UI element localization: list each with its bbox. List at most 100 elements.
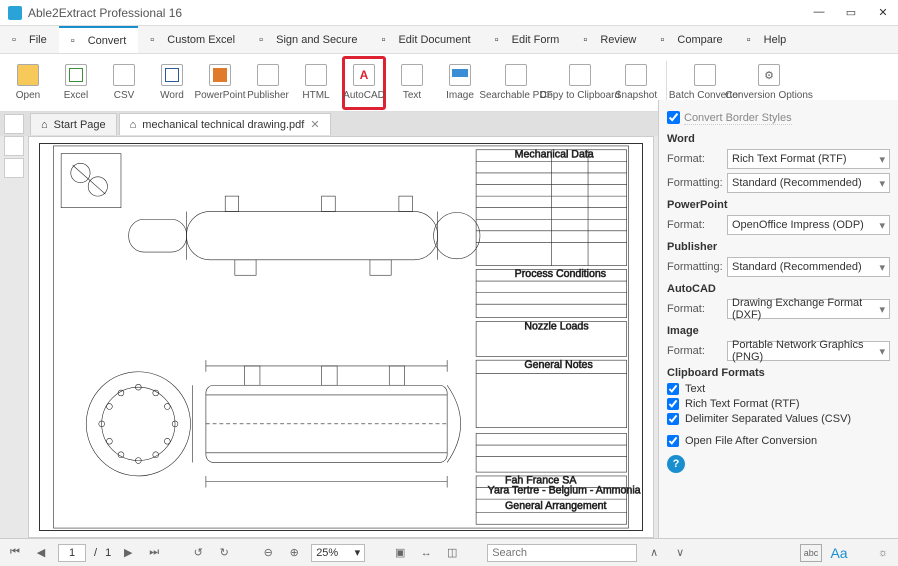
menu-help[interactable]: ▫Help xyxy=(735,26,799,53)
ribbon-snapshot-button[interactable]: Snapshot xyxy=(614,56,658,110)
folder-icon xyxy=(17,64,39,86)
rotate-left-button[interactable]: ↺ xyxy=(189,544,207,562)
menu-edit-form[interactable]: ▫Edit Form xyxy=(483,26,572,53)
titlebar: Able2Extract Professional 16 — ▭ ✕ xyxy=(0,0,898,26)
search-next-button[interactable]: ∨ xyxy=(671,544,689,562)
menu-icon: ▫ xyxy=(12,34,24,46)
view-toggle xyxy=(4,114,24,178)
menu-file[interactable]: ▫File xyxy=(0,26,59,53)
snap-icon xyxy=(625,64,647,86)
ribbon-word-button[interactable]: Word xyxy=(150,56,194,110)
rotate-right-button[interactable]: ↻ xyxy=(215,544,233,562)
chevron-down-icon: ▾ xyxy=(879,153,885,166)
chevron-down-icon: ▾ xyxy=(879,177,885,190)
menu-convert[interactable]: ▫Convert xyxy=(59,26,139,53)
ribbon-text-button[interactable]: Text xyxy=(390,56,434,110)
menu-icon: ▫ xyxy=(495,34,507,46)
prev-page-button[interactable]: ◀ xyxy=(32,544,50,562)
search-input[interactable] xyxy=(487,544,637,562)
excel-icon xyxy=(65,64,87,86)
zoom-in-button[interactable]: ⊕ xyxy=(285,544,303,562)
menu-compare[interactable]: ▫Compare xyxy=(648,26,734,53)
maximize-button[interactable]: ▭ xyxy=(844,6,858,19)
ribbon-open-button[interactable]: Open xyxy=(6,56,50,110)
menu-custom-excel[interactable]: ▫Custom Excel xyxy=(138,26,247,53)
search-prev-button[interactable]: ∧ xyxy=(645,544,663,562)
page-input[interactable] xyxy=(58,544,86,562)
home-icon: ⌂ xyxy=(130,119,137,131)
svg-text:Process Conditions: Process Conditions xyxy=(515,268,606,280)
svg-text:Mechanical Data: Mechanical Data xyxy=(515,149,594,161)
ribbon-csv-button[interactable]: CSV xyxy=(102,56,146,110)
open-after-checkbox[interactable] xyxy=(667,435,679,447)
page-total: 1 xyxy=(105,547,111,559)
page-separator: / xyxy=(94,547,97,559)
img-section-title: Image xyxy=(667,325,890,337)
clip-text-checkbox[interactable] xyxy=(667,383,679,395)
word-formatting-label: Formatting: xyxy=(667,177,721,189)
ppt-icon xyxy=(209,64,231,86)
menu-icon: ▫ xyxy=(583,34,595,46)
theme-toggle-button[interactable]: ☼ xyxy=(874,544,892,562)
close-icon[interactable]: ✕ xyxy=(310,118,319,131)
menu-sign-and-secure[interactable]: ▫Sign and Secure xyxy=(247,26,369,53)
convert-border-styles-checkbox[interactable] xyxy=(667,111,680,124)
pub-formatting-select[interactable]: Standard (Recommended)▾ xyxy=(727,257,890,277)
ribbon-copy-to-clipboard-button[interactable]: Copy to Clipboard xyxy=(550,56,610,110)
zoom-select[interactable]: 25%▾ xyxy=(311,544,365,562)
cad-format-select[interactable]: Drawing Exchange Format (DXF)▾ xyxy=(727,299,890,319)
clip-text-label: Text xyxy=(685,383,705,395)
word-format-select[interactable]: Rich Text Format (RTF)▾ xyxy=(727,149,890,169)
html-icon xyxy=(305,64,327,86)
last-page-button[interactable]: ⏭ xyxy=(145,544,163,562)
menu-icon: ▫ xyxy=(71,35,83,47)
ppt-format-select[interactable]: OpenOffice Impress (ODP)▾ xyxy=(727,215,890,235)
img-format-label: Format: xyxy=(667,345,721,357)
attachments-view-button[interactable] xyxy=(4,158,24,178)
window-controls: — ▭ ✕ xyxy=(812,6,890,19)
status-bar: ⏮ ◀ / 1 ▶ ⏭ ↺ ↻ ⊖ ⊕ 25%▾ ▣ ↔ ◫ ∧ ∨ abc A… xyxy=(0,538,898,566)
minimize-button[interactable]: — xyxy=(812,6,826,19)
tab-start-page[interactable]: ⌂Start Page xyxy=(30,113,117,135)
pub-icon xyxy=(257,64,279,86)
cad-icon xyxy=(353,64,375,86)
bookmarks-view-button[interactable] xyxy=(4,136,24,156)
ribbon-publisher-button[interactable]: Publisher xyxy=(246,56,290,110)
word-formatting-select[interactable]: Standard (Recommended)▾ xyxy=(727,173,890,193)
text-tool-button[interactable]: Aa xyxy=(830,544,848,562)
ribbon-searchable-pdf-button[interactable]: Searchable PDF xyxy=(486,56,546,110)
help-icon[interactable]: ? xyxy=(667,455,685,473)
clip-rtf-checkbox[interactable] xyxy=(667,398,679,410)
document-workspace: Mechanical Data Process Conditions Nozzl… xyxy=(28,136,654,538)
ribbon-html-button[interactable]: HTML xyxy=(294,56,338,110)
menu-icon: ▫ xyxy=(259,34,271,46)
ribbon-powerpoint-button[interactable]: PowerPoint xyxy=(198,56,242,110)
img-format-select[interactable]: Portable Network Graphics (PNG)▾ xyxy=(727,341,890,361)
match-case-button[interactable]: abc xyxy=(800,544,822,562)
conversion-options-panel: Convert Border Styles Word Format: Rich … xyxy=(658,100,898,538)
clip-csv-checkbox[interactable] xyxy=(667,413,679,425)
marquee-zoom-button[interactable]: ◫ xyxy=(443,544,461,562)
clipboard-section-title: Clipboard Formats xyxy=(667,367,890,379)
menu-review[interactable]: ▫Review xyxy=(571,26,648,53)
ribbon-autocad-button[interactable]: AutoCAD xyxy=(342,56,386,110)
tab-mechanical-technical-drawing-pdf[interactable]: ⌂mechanical technical drawing.pdf✕ xyxy=(119,113,331,135)
pdf-page[interactable]: Mechanical Data Process Conditions Nozzl… xyxy=(39,143,643,531)
ribbon-excel-button[interactable]: Excel xyxy=(54,56,98,110)
txt-icon xyxy=(401,64,423,86)
thumbnails-view-button[interactable] xyxy=(4,114,24,134)
pub-section-title: Publisher xyxy=(667,241,890,253)
menu-edit-document[interactable]: ▫Edit Document xyxy=(369,26,482,53)
fit-width-button[interactable]: ↔ xyxy=(417,544,435,562)
word-format-label: Format: xyxy=(667,153,721,165)
zoom-out-button[interactable]: ⊖ xyxy=(259,544,277,562)
close-button[interactable]: ✕ xyxy=(876,6,890,19)
csv-icon xyxy=(113,64,135,86)
svg-text:General Notes: General Notes xyxy=(524,359,592,371)
fit-page-button[interactable]: ▣ xyxy=(391,544,409,562)
next-page-button[interactable]: ▶ xyxy=(119,544,137,562)
cad-format-label: Format: xyxy=(667,303,721,315)
ribbon-image-button[interactable]: Image xyxy=(438,56,482,110)
pub-formatting-label: Formatting: xyxy=(667,261,721,273)
first-page-button[interactable]: ⏮ xyxy=(6,544,24,562)
